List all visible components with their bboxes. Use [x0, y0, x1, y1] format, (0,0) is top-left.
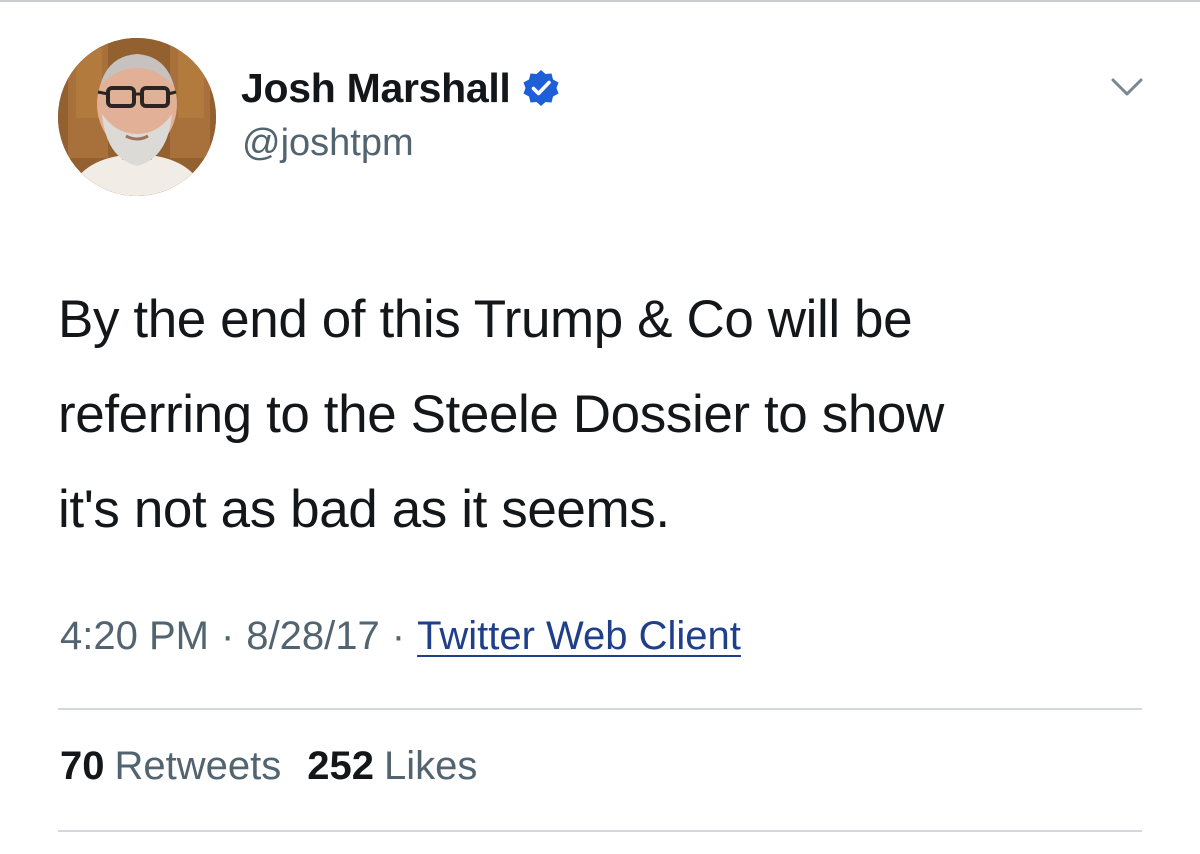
retweets-label: Retweets: [114, 744, 282, 788]
top-border: [0, 0, 1200, 2]
verified-badge-icon: [523, 70, 559, 106]
likes-stat[interactable]: 252 Likes: [307, 744, 477, 789]
tweet-source-link[interactable]: Twitter Web Client: [417, 614, 741, 659]
author-display-name[interactable]: Josh Marshall: [241, 65, 511, 112]
tweet-date[interactable]: 8/28/17: [246, 614, 379, 659]
chevron-down-icon[interactable]: [1110, 74, 1144, 100]
divider: [58, 708, 1142, 710]
meta-separator: ·: [391, 614, 406, 658]
avatar[interactable]: [58, 38, 216, 196]
divider: [58, 830, 1142, 832]
meta-separator: ·: [220, 614, 235, 658]
likes-label: Likes: [384, 744, 478, 788]
author-name-row[interactable]: Josh Marshall: [241, 62, 561, 114]
tweet-stats: 70 Retweets 252 Likes: [60, 744, 477, 789]
retweets-stat[interactable]: 70 Retweets: [60, 744, 281, 789]
tweet-text: By the end of this Trump & Co will be re…: [58, 290, 944, 539]
retweets-count: 70: [60, 744, 105, 788]
avatar-photo: [58, 38, 216, 196]
likes-count: 252: [307, 744, 374, 788]
tweet-time[interactable]: 4:20 PM: [60, 614, 209, 659]
author-handle[interactable]: @joshtpm: [242, 122, 414, 165]
tweet-meta: 4:20 PM · 8/28/17 · Twitter Web Client: [60, 614, 741, 659]
